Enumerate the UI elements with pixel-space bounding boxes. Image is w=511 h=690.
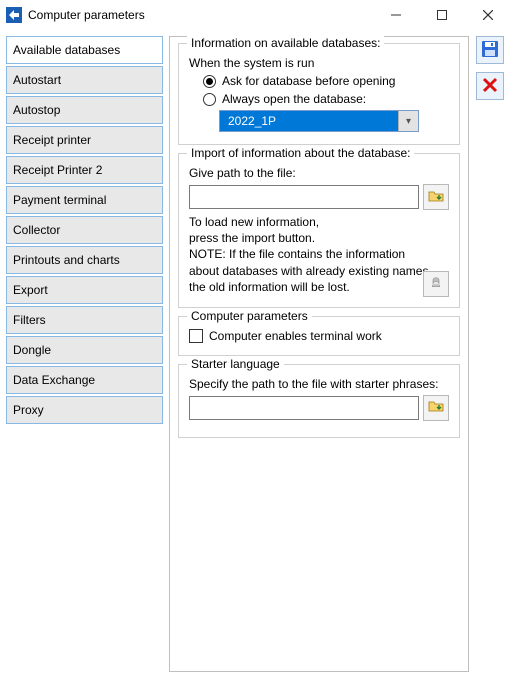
delete-icon <box>480 75 500 98</box>
sidebar-item-autostart[interactable]: Autostart <box>6 66 163 94</box>
group-title: Import of information about the database… <box>187 146 414 160</box>
browse-button[interactable] <box>423 395 449 421</box>
sidebar-item-label: Export <box>13 283 48 297</box>
chevron-down-icon: ▾ <box>398 111 418 131</box>
import-note-line1: NOTE: If the file contains the informati… <box>189 246 449 262</box>
path-label: Give path to the file: <box>189 166 449 180</box>
when-system-run-label: When the system is run <box>189 56 449 70</box>
sidebar-item-label: Collector <box>13 223 60 237</box>
sidebar-item-label: Receipt printer <box>13 133 91 147</box>
minimize-button[interactable] <box>373 0 419 30</box>
window-title: Computer parameters <box>28 8 145 22</box>
browse-button[interactable] <box>423 184 449 210</box>
radio-ask-before-opening[interactable]: Ask for database before opening <box>203 74 449 88</box>
sidebar-item-label: Autostart <box>13 73 61 87</box>
database-select[interactable]: 2022_1P ▾ <box>219 110 419 132</box>
sidebar-item-label: Payment terminal <box>13 193 106 207</box>
sidebar-item-data-exchange[interactable]: Data Exchange <box>6 366 163 394</box>
sidebar-item-autostop[interactable]: Autostop <box>6 96 163 124</box>
main-panel: Information on available databases: When… <box>169 36 469 672</box>
import-icon <box>428 274 444 293</box>
group-title: Computer parameters <box>187 309 312 323</box>
import-text-line2: press the import button. <box>189 230 449 246</box>
radio-label: Always open the database: <box>222 92 366 106</box>
save-icon <box>480 39 500 62</box>
checkbox-label: Computer enables terminal work <box>209 329 382 343</box>
checkbox-icon <box>189 329 203 343</box>
group-title: Information on available databases: <box>187 36 384 50</box>
radio-icon <box>203 75 216 88</box>
sidebar-item-filters[interactable]: Filters <box>6 306 163 334</box>
import-note-line2: about databases with already existing na… <box>189 263 449 279</box>
group-starter-language: Starter language Specify the path to the… <box>178 364 460 438</box>
starter-path-input[interactable] <box>189 396 419 420</box>
sidebar-item-payment-terminal[interactable]: Payment terminal <box>6 186 163 214</box>
right-toolbar <box>475 36 505 684</box>
sidebar-item-receipt-printer[interactable]: Receipt printer <box>6 126 163 154</box>
database-select-value: 2022_1P <box>220 111 398 131</box>
sidebar-item-label: Filters <box>13 313 46 327</box>
import-note-line3: the old information will be lost. <box>189 279 449 295</box>
starter-path-label: Specify the path to the file with starte… <box>189 377 449 391</box>
group-computer-parameters: Computer parameters Computer enables ter… <box>178 316 460 356</box>
sidebar-item-export[interactable]: Export <box>6 276 163 304</box>
sidebar-item-label: Proxy <box>13 403 44 417</box>
save-button[interactable] <box>476 36 504 64</box>
sidebar-item-label: Available databases <box>13 43 120 57</box>
group-available-databases: Information on available databases: When… <box>178 43 460 145</box>
group-title: Starter language <box>187 357 284 371</box>
sidebar-item-dongle[interactable]: Dongle <box>6 336 163 364</box>
sidebar-item-label: Data Exchange <box>13 373 95 387</box>
folder-open-icon <box>428 398 444 417</box>
folder-open-icon <box>428 188 444 207</box>
titlebar: Computer parameters <box>0 0 511 30</box>
import-path-input[interactable] <box>189 185 419 209</box>
import-button[interactable] <box>423 271 449 297</box>
sidebar-item-receipt-printer-2[interactable]: Receipt Printer 2 <box>6 156 163 184</box>
radio-always-open[interactable]: Always open the database: <box>203 92 449 106</box>
maximize-button[interactable] <box>419 0 465 30</box>
radio-label: Ask for database before opening <box>222 74 395 88</box>
radio-icon <box>203 93 216 106</box>
import-text-line1: To load new information, <box>189 214 449 230</box>
sidebar-item-label: Dongle <box>13 343 51 357</box>
app-icon <box>6 7 22 23</box>
sidebar-item-available-databases[interactable]: Available databases <box>6 36 163 64</box>
sidebar-item-label: Receipt Printer 2 <box>13 163 102 177</box>
sidebar-item-printouts-and-charts[interactable]: Printouts and charts <box>6 246 163 274</box>
sidebar-item-collector[interactable]: Collector <box>6 216 163 244</box>
sidebar-item-label: Autostop <box>13 103 60 117</box>
checkbox-terminal-work[interactable]: Computer enables terminal work <box>189 329 449 343</box>
sidebar-item-proxy[interactable]: Proxy <box>6 396 163 424</box>
sidebar: Available databases Autostart Autostop R… <box>6 36 163 684</box>
sidebar-item-label: Printouts and charts <box>13 253 120 267</box>
close-button[interactable] <box>465 0 511 30</box>
group-import: Import of information about the database… <box>178 153 460 308</box>
delete-button[interactable] <box>476 72 504 100</box>
